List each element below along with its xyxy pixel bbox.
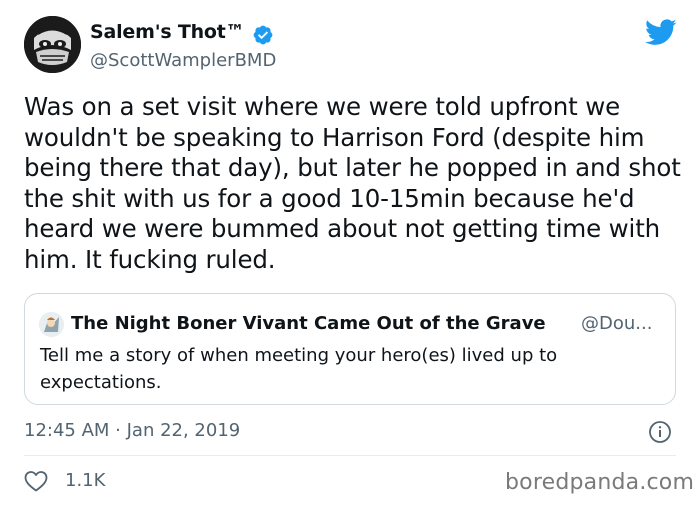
quoted-author-name: The Night Boner Vivant Came Out of the G… <box>71 313 546 334</box>
quoted-tweet-card[interactable]: The Night Boner Vivant Came Out of the G… <box>24 293 676 405</box>
tweet-text: Was on a set visit where we were told up… <box>24 92 681 274</box>
like-count[interactable]: 1.1K <box>65 470 105 491</box>
tweet-timestamp[interactable]: 12:45 AM · Jan 22, 2019 <box>24 420 240 441</box>
watermark: boredpanda.com <box>505 470 695 495</box>
heart-icon[interactable] <box>24 470 48 492</box>
verified-badge-icon <box>253 25 273 45</box>
author-name[interactable]: Salem's Thot™ <box>90 21 245 43</box>
divider <box>24 455 676 456</box>
twitter-bird-icon[interactable] <box>645 19 677 46</box>
author-avatar[interactable] <box>24 16 81 73</box>
author-handle[interactable]: @ScottWamplerBMD <box>90 50 276 71</box>
quoted-tweet-text: Tell me a story of when meeting your her… <box>40 345 558 393</box>
quoted-author-avatar <box>39 312 64 337</box>
info-icon[interactable] <box>648 420 672 444</box>
quoted-author-handle: @Dou... <box>581 313 653 334</box>
